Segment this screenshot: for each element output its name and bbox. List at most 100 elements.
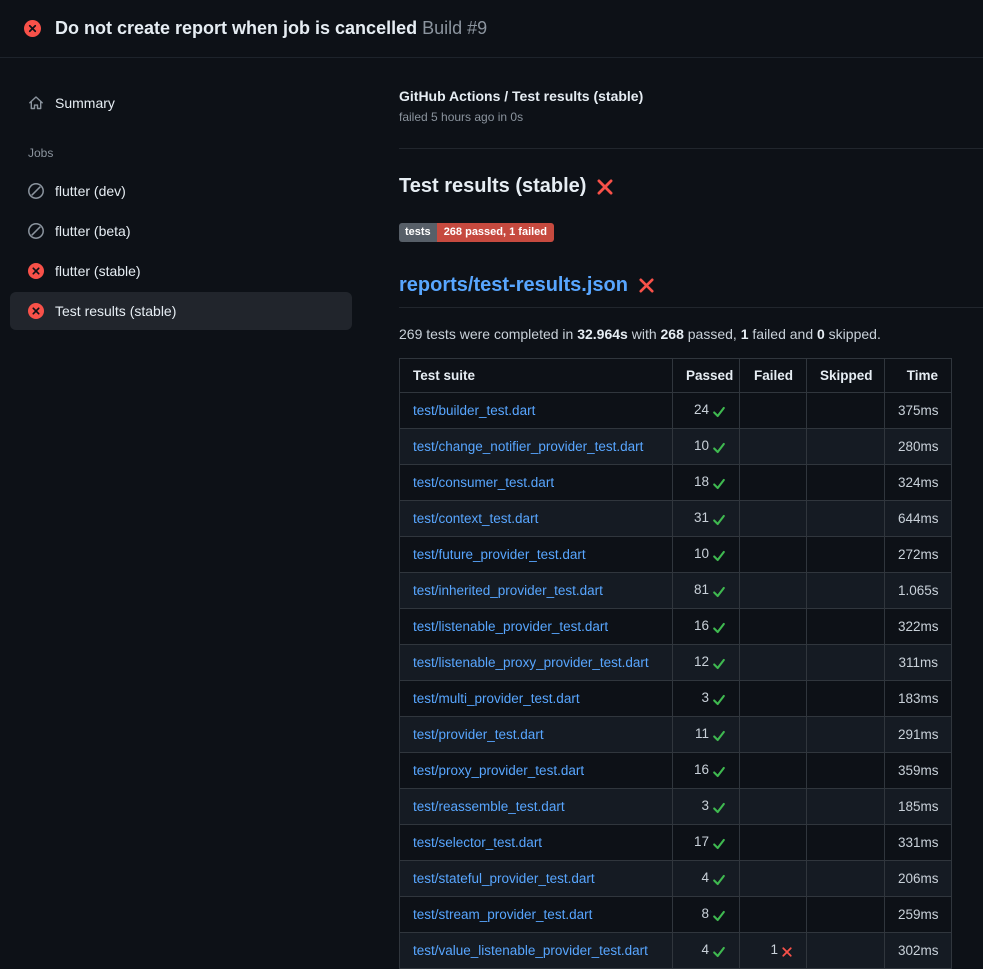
suite-cell: test/provider_test.dart (400, 717, 673, 753)
time-cell: 302ms (885, 933, 952, 969)
skipped-cell (807, 609, 885, 645)
test-suite-link[interactable]: test/consumer_test.dart (413, 475, 554, 490)
badge-value: 268 passed, 1 failed (437, 223, 554, 242)
passed-cell: 24 (673, 393, 740, 429)
time-cell: 280ms (885, 429, 952, 465)
summary-text: passed, (684, 326, 741, 342)
tests-badge: tests 268 passed, 1 failed (399, 223, 554, 242)
test-suite-link[interactable]: test/selector_test.dart (413, 835, 542, 850)
suite-cell: test/change_notifier_provider_test.dart (400, 429, 673, 465)
home-icon (28, 95, 44, 111)
passed-cell: 17 (673, 825, 740, 861)
divider (399, 148, 983, 149)
table-row: test/value_listenable_provider_test.dart… (400, 933, 952, 969)
summary-line: 269 tests were completed in 32.964s with… (399, 326, 983, 342)
sidebar-job-flutter-beta[interactable]: flutter (beta) (10, 212, 352, 250)
skipped-cell (807, 825, 885, 861)
sidebar-job-flutter-stable[interactable]: flutter (stable) (10, 252, 352, 290)
build-number: Build #9 (422, 18, 487, 38)
col-time: Time (885, 359, 952, 393)
x-circle-icon (28, 263, 44, 279)
passed-cell: 81 (673, 573, 740, 609)
check-icon (712, 871, 726, 888)
passed-cell: 16 (673, 753, 740, 789)
check-icon (712, 799, 726, 816)
failed-cell (740, 393, 807, 429)
report-link[interactable]: reports/test-results.json (399, 274, 628, 297)
test-suite-link[interactable]: test/builder_test.dart (413, 403, 535, 418)
summary-passed-count: 268 (661, 326, 684, 342)
test-suite-link[interactable]: test/listenable_proxy_provider_test.dart (413, 655, 649, 670)
red-x-icon (596, 178, 614, 196)
run-header: Do not create report when job is cancell… (0, 0, 983, 58)
summary-text: failed and (749, 326, 818, 342)
suite-cell: test/proxy_provider_test.dart (400, 753, 673, 789)
test-suite-link[interactable]: test/stream_provider_test.dart (413, 907, 592, 922)
table-row: test/change_notifier_provider_test.dart1… (400, 429, 952, 465)
skipped-cell (807, 753, 885, 789)
failed-cell (740, 825, 807, 861)
sidebar-job-test-results-stable[interactable]: Test results (stable) (10, 292, 352, 330)
time-cell: 322ms (885, 609, 952, 645)
check-icon (712, 511, 726, 528)
check-icon (712, 691, 726, 708)
run-meta: failed 5 hours ago in 0s (399, 110, 983, 124)
skipped-cell (807, 789, 885, 825)
check-icon (712, 763, 726, 780)
suite-cell: test/consumer_test.dart (400, 465, 673, 501)
sidebar-job-label: flutter (stable) (55, 263, 141, 279)
test-suite-link[interactable]: test/stateful_provider_test.dart (413, 871, 595, 886)
skipped-cell (807, 717, 885, 753)
check-icon (712, 907, 726, 924)
passed-cell: 18 (673, 465, 740, 501)
sidebar-job-flutter-dev[interactable]: flutter (dev) (10, 172, 352, 210)
failed-cell (740, 645, 807, 681)
skipped-cell (807, 645, 885, 681)
suite-cell: test/selector_test.dart (400, 825, 673, 861)
table-row: test/multi_provider_test.dart3183ms (400, 681, 952, 717)
test-suite-link[interactable]: test/provider_test.dart (413, 727, 544, 742)
skipped-cell (807, 861, 885, 897)
check-icon (712, 835, 726, 852)
time-cell: 272ms (885, 537, 952, 573)
test-suite-link[interactable]: test/reassemble_test.dart (413, 799, 565, 814)
test-suite-link[interactable]: test/listenable_provider_test.dart (413, 619, 608, 634)
sidebar-item-summary[interactable]: Summary (10, 84, 352, 122)
suite-cell: test/multi_provider_test.dart (400, 681, 673, 717)
test-suite-link[interactable]: test/value_listenable_provider_test.dart (413, 943, 648, 958)
summary-failed-count: 1 (741, 326, 749, 342)
failed-cell: 1 (740, 933, 807, 969)
sidebar-job-label: flutter (beta) (55, 223, 130, 239)
test-suite-link[interactable]: test/future_provider_test.dart (413, 547, 586, 562)
test-suite-link[interactable]: test/context_test.dart (413, 511, 538, 526)
skipped-cell (807, 933, 885, 969)
test-suite-link[interactable]: test/proxy_provider_test.dart (413, 763, 584, 778)
check-icon (712, 727, 726, 744)
passed-cell: 10 (673, 537, 740, 573)
check-title-text: Test results (stable) (399, 175, 586, 198)
time-cell: 291ms (885, 717, 952, 753)
col-passed: Passed (673, 359, 740, 393)
test-suite-link[interactable]: test/change_notifier_provider_test.dart (413, 439, 643, 454)
suite-cell: test/future_provider_test.dart (400, 537, 673, 573)
failed-cell (740, 429, 807, 465)
suite-cell: test/builder_test.dart (400, 393, 673, 429)
sidebar-job-label: flutter (dev) (55, 183, 126, 199)
table-row: test/listenable_proxy_provider_test.dart… (400, 645, 952, 681)
time-cell: 185ms (885, 789, 952, 825)
suite-cell: test/stateful_provider_test.dart (400, 861, 673, 897)
table-row: test/context_test.dart31644ms (400, 501, 952, 537)
suite-cell: test/listenable_proxy_provider_test.dart (400, 645, 673, 681)
test-suite-link[interactable]: test/inherited_provider_test.dart (413, 583, 603, 598)
suite-cell: test/context_test.dart (400, 501, 673, 537)
suite-cell: test/inherited_provider_test.dart (400, 573, 673, 609)
suite-cell: test/value_listenable_provider_test.dart (400, 933, 673, 969)
table-row: test/inherited_provider_test.dart811.065… (400, 573, 952, 609)
check-icon (712, 547, 726, 564)
check-icon (712, 475, 726, 492)
failed-cell (740, 609, 807, 645)
table-row: test/consumer_test.dart18324ms (400, 465, 952, 501)
test-suite-link[interactable]: test/multi_provider_test.dart (413, 691, 580, 706)
results-table: Test suite Passed Failed Skipped Time te… (399, 358, 952, 969)
time-cell: 259ms (885, 897, 952, 933)
